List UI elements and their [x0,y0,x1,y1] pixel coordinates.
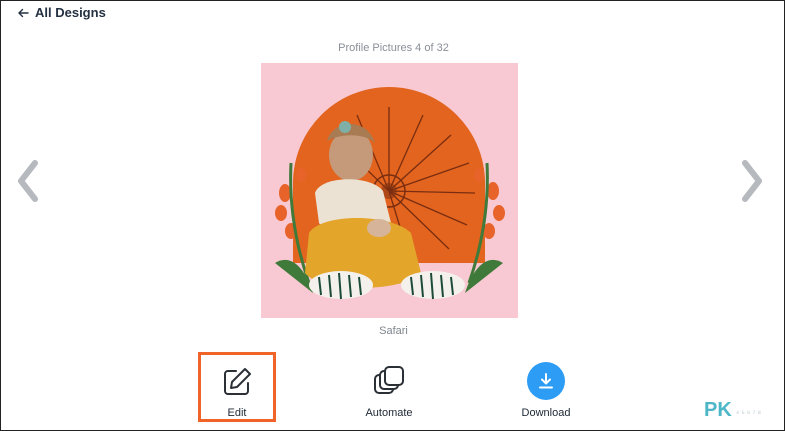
download-icon-wrap [526,361,566,401]
back-link-label: All Designs [35,5,106,20]
edit-label: Edit [227,407,247,419]
stacked-cards-icon [374,366,404,394]
download-circle [527,362,565,400]
watermark-text: PK [704,399,732,421]
automate-icon-wrap [369,361,409,401]
automate-button[interactable]: Automate [350,353,428,421]
arrow-left-icon [18,8,29,17]
design-preview[interactable] [261,63,518,318]
download-button[interactable]: Download [507,353,585,421]
watermark-tail: ⁴ ⁵ ⁶ ⁷ ⁸ [735,409,762,418]
back-to-all-designs-link[interactable]: All Designs [17,5,106,20]
app-frame: All Designs Profile Pictures 4 of 32 Saf… [0,0,785,431]
design-counter: Profile Pictures 4 of 32 [338,42,449,54]
chevron-left-icon[interactable] [13,159,43,203]
pk-watermark-logo: PK ⁴ ⁵ ⁶ ⁷ ⁸ [704,399,761,422]
automate-label: Automate [365,407,413,419]
edit-pencil-icon [224,368,251,395]
edit-button[interactable]: Edit [198,352,276,422]
edit-icon-wrap [217,363,257,401]
chevron-right-icon[interactable] [737,159,767,203]
download-label: Download [521,407,571,419]
download-icon [539,373,553,389]
design-preview-artwork [261,63,518,318]
design-name: Safari [379,325,408,337]
